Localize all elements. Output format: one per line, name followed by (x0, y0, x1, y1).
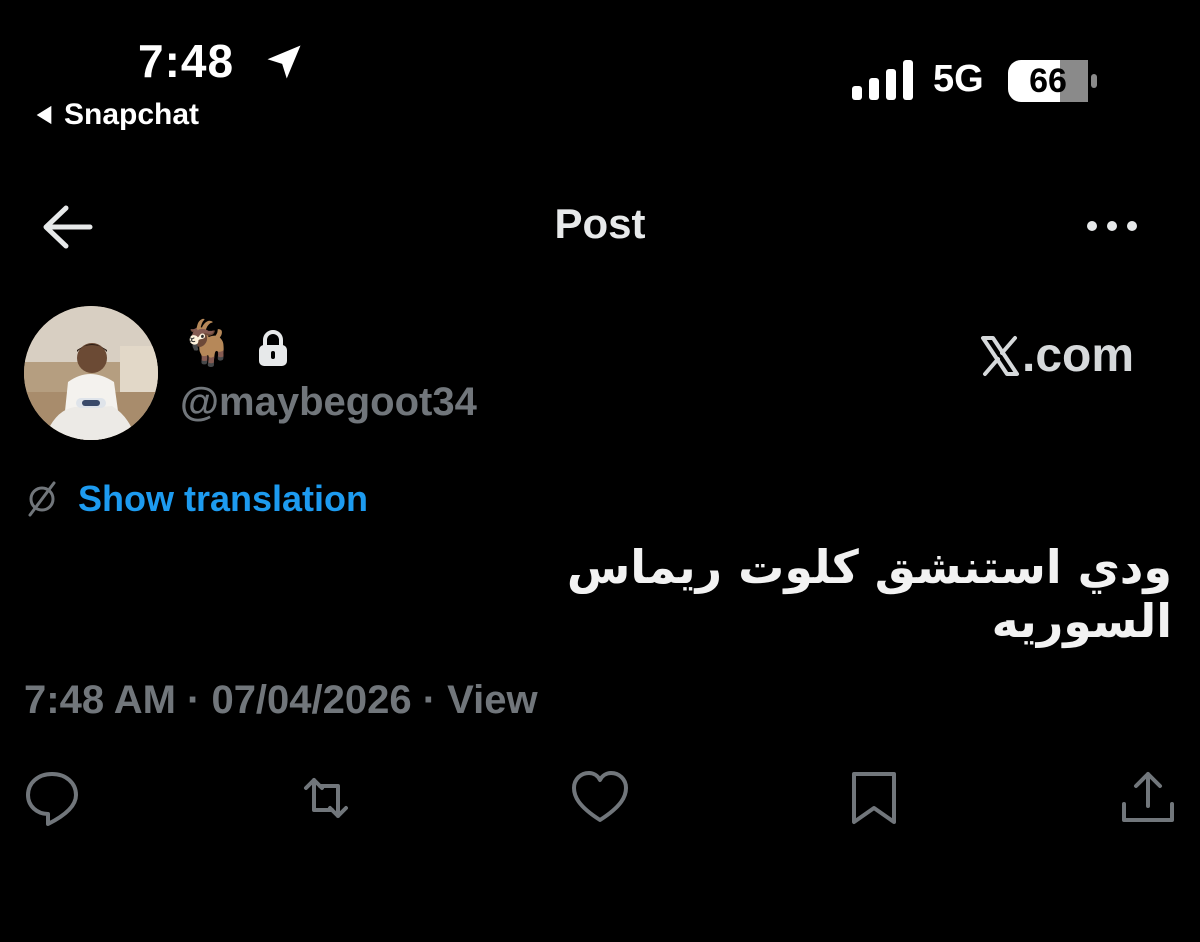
back-app-label: Snapchat (64, 98, 200, 131)
status-time: 7:48 (138, 35, 235, 87)
retweet-icon[interactable] (296, 768, 356, 828)
source-watermark: .com (980, 328, 1134, 383)
bookmark-icon[interactable] (844, 768, 904, 828)
source-domain: .com (1022, 329, 1135, 382)
share-icon[interactable] (1118, 768, 1178, 828)
cellular-signal-icon (852, 60, 913, 100)
globe-icon (28, 481, 56, 517)
battery-icon: 66 (1008, 60, 1098, 102)
x-logo-icon (981, 335, 1019, 376)
post-text: ودي استنشق كلوت ريماس السوريه (566, 540, 1172, 648)
author-avatar[interactable] (24, 306, 158, 440)
heart-icon[interactable] (570, 768, 630, 828)
post-timestamp[interactable]: 7:48 AM · 07/04/2026 · View (24, 678, 538, 723)
show-translation-link[interactable]: Show translation (24, 478, 368, 520)
battery-level: 66 (1029, 62, 1067, 100)
page-title: Post (554, 200, 646, 247)
lock-icon (259, 330, 287, 366)
back-to-app-link[interactable]: Snapchat (34, 98, 199, 132)
author-name-emoji: 🐐 (180, 319, 235, 368)
back-arrow-icon[interactable] (40, 202, 94, 252)
reply-icon[interactable] (22, 768, 82, 828)
network-type: 5G (933, 58, 984, 100)
avatar-photo (24, 306, 158, 440)
more-options-icon[interactable] (1084, 212, 1140, 240)
location-arrow-icon (267, 45, 301, 79)
author-handle[interactable]: @maybegoot34 (180, 380, 477, 425)
show-translation-label: Show translation (78, 478, 369, 519)
back-triangle-icon (36, 105, 52, 125)
